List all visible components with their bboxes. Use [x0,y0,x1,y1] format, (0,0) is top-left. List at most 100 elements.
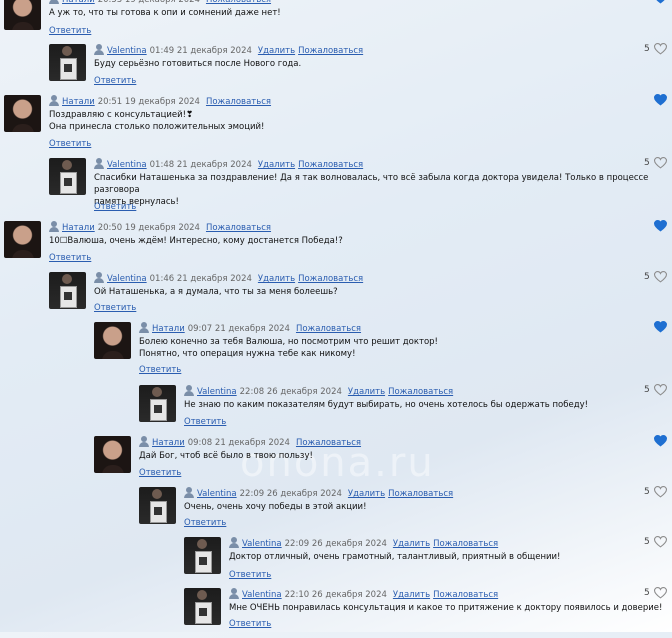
avatar [184,537,221,574]
reply-link[interactable]: Ответить [49,253,91,263]
heart-icon[interactable] [654,486,667,498]
delete-link[interactable]: Удалить [393,539,430,549]
author-link[interactable]: Натали [152,324,185,334]
avatar [49,272,86,309]
comment-date: 01:48 21 декабря 2024 [149,160,252,170]
comment-date: 09:08 21 декабря 2024 [187,438,290,448]
heart-icon[interactable] [654,271,667,283]
delete-link[interactable]: Удалить [348,387,385,397]
heart-icon[interactable] [654,587,667,599]
heart-icon[interactable] [654,0,667,4]
like-counter: 5 [644,156,672,170]
like-counter [644,0,672,5]
author-link[interactable]: Натали [152,438,185,448]
comment-text: Мне ОЧЕНЬ понравилась консультация и как… [229,603,663,613]
comment-meta: Valentina 22:09 26 декабря 2024 Удалить Пож… [229,537,498,550]
report-link[interactable]: Пожаловаться [298,274,363,284]
user-icon [229,588,239,599]
comment-meta: Valentina 01:49 21 декабря 2024 Удалить Пож… [94,44,363,57]
comment-text: Спасибки Наташенька за поздравление! Да … [94,173,649,207]
report-link[interactable]: Пожаловаться [433,590,498,600]
user-icon [94,272,104,283]
reply-link[interactable]: Ответить [229,570,271,580]
avatar [139,385,176,422]
comment-date: 01:46 21 декабря 2024 [149,274,252,284]
heart-icon[interactable] [654,94,667,106]
comment: Valentina 01:49 21 декабря 2024 Удалить Пож… [49,43,672,94]
avatar [4,221,41,258]
comment: Valentina 22:09 26 декабря 2024 Удалить Пож… [184,536,672,587]
user-icon [94,158,104,169]
comment-date: 20:50 19 декабря 2024 [97,223,200,233]
report-link[interactable]: Пожаловаться [388,489,453,499]
user-icon [184,385,194,396]
report-link[interactable]: Пожаловаться [433,539,498,549]
user-icon [229,537,239,548]
comment-meta: Натали 09:08 21 декабря 2024 Пожаловаться [139,436,361,449]
like-counter [644,320,672,334]
delete-link[interactable]: Удалить [393,590,430,600]
like-count: 5 [644,385,650,395]
heart-icon[interactable] [654,157,667,169]
comment-text: Очень, очень хочу победы в этой акции! [184,502,367,512]
report-link[interactable]: Пожаловаться [388,387,453,397]
author-link[interactable]: Натали [62,97,95,107]
reply-link[interactable]: Ответить [49,139,91,149]
heart-icon[interactable] [654,435,667,447]
comment-meta: Натали 20:53 19 декабря 2024 Пожаловаться [49,0,271,6]
author-link[interactable]: Valentina [107,274,147,284]
comment: Натали 09:08 21 декабря 2024 Пожаловаться Д… [94,434,672,486]
report-link[interactable]: Пожаловаться [206,0,271,5]
comment: Valentina 22:10 26 декабря 2024 Удалить Пож… [184,586,672,638]
delete-link[interactable]: Удалить [258,274,295,284]
comment-meta: Натали 20:51 19 декабря 2024 Пожаловаться [49,95,271,108]
comment-text: Буду серьёзно готовиться после Нового го… [94,59,302,69]
delete-link[interactable]: Удалить [258,160,295,170]
reply-link[interactable]: Ответить [94,303,136,313]
reply-link[interactable]: Ответить [94,202,136,212]
avatar [94,436,131,473]
comment: Натали 09:07 21 декабря 2024 Пожаловаться Б… [94,320,672,375]
author-link[interactable]: Valentina [197,489,237,499]
reply-link[interactable]: Ответить [184,518,226,528]
heart-icon[interactable] [654,43,667,55]
comment-date: 22:08 26 декабря 2024 [239,387,342,397]
reply-link[interactable]: Ответить [94,76,136,86]
comment-date: 01:49 21 декабря 2024 [149,46,252,56]
report-link[interactable]: Пожаловаться [206,223,271,233]
user-icon [139,322,149,333]
report-link[interactable]: Пожаловаться [206,97,271,107]
report-link[interactable]: Пожаловаться [296,438,361,448]
comment-meta: Натали 09:07 21 декабря 2024 Пожаловаться [139,322,361,335]
heart-icon[interactable] [654,384,667,396]
author-link[interactable]: Valentina [107,160,147,170]
like-counter [644,434,672,448]
avatar [184,588,221,625]
reply-link[interactable]: Ответить [229,619,271,629]
heart-icon[interactable] [654,321,667,333]
author-link[interactable]: Valentina [197,387,237,397]
reply-link[interactable]: Ответить [139,468,181,478]
reply-link[interactable]: Ответить [49,26,91,36]
reply-link[interactable]: Ответить [184,417,226,427]
report-link[interactable]: Пожаловаться [298,46,363,56]
heart-icon[interactable] [654,536,667,548]
like-count: 5 [644,537,650,547]
like-counter: 5 [644,586,672,600]
avatar [49,44,86,81]
report-link[interactable]: Пожаловаться [298,160,363,170]
author-link[interactable]: Valentina [107,46,147,56]
report-link[interactable]: Пожаловаться [296,324,361,334]
delete-link[interactable]: Удалить [258,46,295,56]
comment: Натали 20:50 19 декабря 2024 Пожаловаться 1… [4,220,672,271]
delete-link[interactable]: Удалить [348,489,385,499]
author-link[interactable]: Valentina [242,590,282,600]
heart-icon[interactable] [654,220,667,232]
author-link[interactable]: Натали [62,0,95,5]
reply-link[interactable]: Ответить [139,365,181,375]
like-counter: 5 [644,485,672,499]
author-link[interactable]: Valentina [242,539,282,549]
comment: Valentina 22:08 26 декабря 2024 Удалить Пож… [139,384,672,435]
comment-text: 10☐Валюша, очень ждём! Интересно, кому д… [49,236,343,246]
author-link[interactable]: Натали [62,223,95,233]
